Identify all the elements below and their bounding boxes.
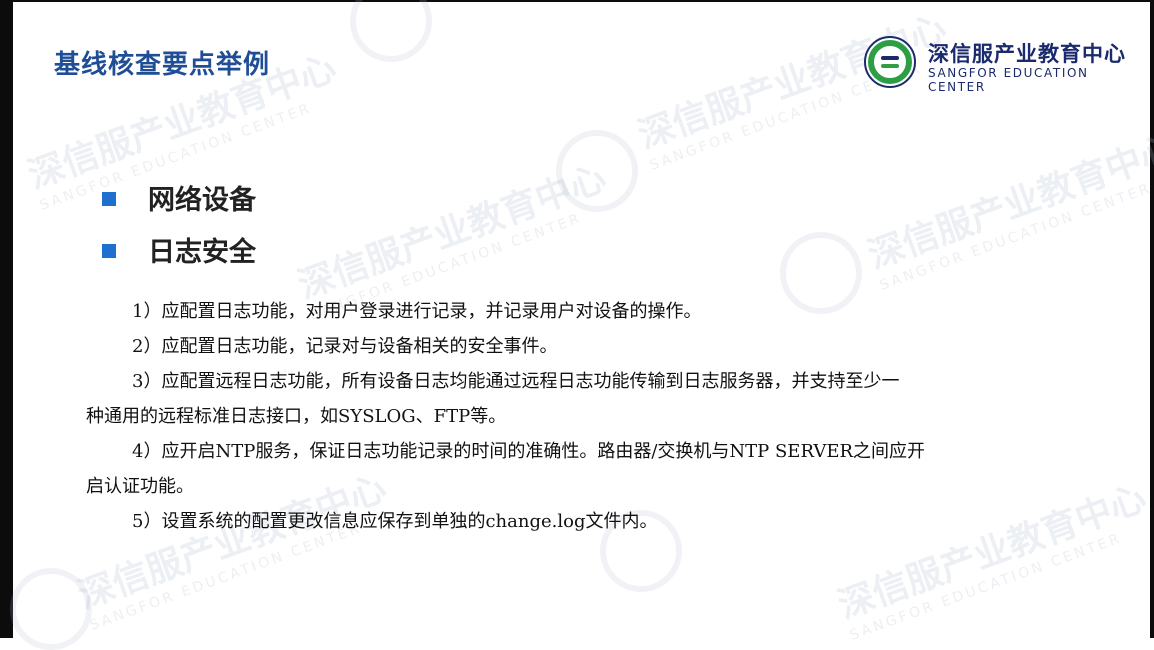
requirement-item-2: 2）应配置日志功能，记录对与设备相关的安全事件。 (132, 336, 558, 357)
sangfor-logo: 深信服产业教育中心 SANGFOR EDUCATION CENTER (864, 36, 1144, 94)
bullet-label: 日志安全 (148, 237, 256, 268)
bullet-square-icon (102, 243, 116, 258)
requirement-item-5: 5）设置系统的配置更改信息应保存到单独的change.log文件内。 (132, 511, 658, 532)
slide-title: 基线核查要点举例 (54, 50, 271, 80)
bullet-network-devices: 网络设备 (102, 178, 256, 217)
watermark-emblem-icon (556, 130, 638, 212)
requirement-item-4: 4）应开启NTP服务，保证日志功能记录的时间的准确性。路由器/交换机与NTP S… (132, 441, 926, 462)
window-frame-top (0, 0, 1154, 2)
watermark-emblem-icon (350, 0, 432, 62)
bullet-log-security: 日志安全 (102, 230, 256, 269)
logo-name-en: SANGFOR EDUCATION CENTER (928, 66, 1089, 94)
requirement-item-3-continued: 种通用的远程标准日志接口，如SYSLOG、FTP等。 (86, 406, 507, 427)
watermark-text: 深信服产业教育中心 SANGFOR EDUCATION CENTER (863, 127, 1154, 294)
requirement-item-1: 1）应配置日志功能，对用户登录进行记录，并记录用户对设备的操作。 (132, 301, 702, 322)
bullet-label: 网络设备 (148, 185, 256, 216)
window-frame-right (1150, 0, 1154, 638)
log-security-requirements: 1）应配置日志功能，对用户登录进行记录，并记录用户对设备的操作。 2）应配置日志… (86, 294, 1046, 539)
requirement-item-3: 3）应配置远程日志功能，所有设备日志均能通过远程日志功能传输到日志服务器，并支持… (132, 371, 900, 392)
window-frame-left (0, 0, 13, 638)
logo-name-cn: 深信服产业教育中心 (928, 42, 1126, 66)
requirement-item-4-continued: 启认证功能。 (86, 476, 194, 497)
bullet-square-icon (102, 191, 116, 206)
sangfor-education-emblem-icon (864, 36, 916, 88)
